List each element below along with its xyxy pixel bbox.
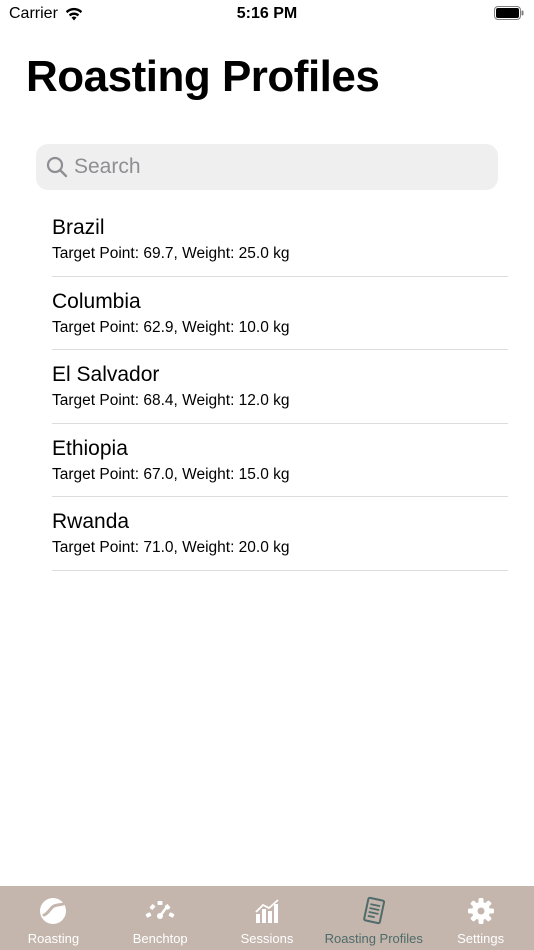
search-input[interactable] [74,144,484,190]
list-item[interactable]: El Salvador Target Point: 68.4, Weight: … [52,350,508,424]
profile-detail: Target Point: 69.7, Weight: 25.0 kg [52,245,290,262]
search-icon [46,156,68,178]
profile-name: Ethiopia [52,436,128,460]
gauge-icon [145,901,175,919]
tab-roasting-profiles[interactable]: Roasting Profiles [320,886,427,950]
profile-list: Brazil Target Point: 69.7, Weight: 25.0 … [52,203,508,571]
profile-detail: Target Point: 62.9, Weight: 10.0 kg [52,318,290,336]
profile-name: Columbia [52,289,141,313]
page-title: Roasting Profiles [26,52,380,101]
profile-detail: Target Point: 71.0, Weight: 20.0 kg [52,539,290,557]
gear-icon [467,898,494,924]
list-item[interactable]: Columbia Target Point: 62.9, Weight: 10.… [52,277,508,351]
tab-label: Settings [457,931,505,946]
tab-label: Sessions [240,931,294,946]
tab-sessions[interactable]: Sessions [214,886,321,950]
tab-benchtop[interactable]: Benchtop [107,886,214,950]
coffee-bean-icon [40,898,67,924]
tab-label: Benchtop [132,931,188,946]
tab-label: Roasting [27,931,80,946]
profile-detail: Target Point: 67.0, Weight: 15.0 kg [52,465,290,483]
list-item[interactable]: Brazil Target Point: 69.7, Weight: 25.0 … [52,203,508,277]
tab-roasting[interactable]: Roasting [0,886,107,950]
tab-settings[interactable]: Settings [427,886,534,950]
document-icon [362,896,385,925]
clock: 5:16 PM [236,5,298,22]
profile-name: Rwanda [52,510,130,534]
status-bar: Carrier 5:16 PM [0,0,534,28]
list-item[interactable]: Ethiopia Target Point: 67.0, Weight: 15.… [52,424,508,498]
tab-bar: Roasting Benchtop Sessions Roasting Prof… [0,886,534,950]
profile-name: El Salvador [52,363,160,387]
screen: Carrier 5:16 PM Roasting Profiles Brazil… [0,0,534,950]
profile-detail: Target Point: 68.4, Weight: 12.0 kg [52,392,290,410]
bar-chart-icon [255,899,279,923]
search-bar[interactable] [36,144,498,190]
battery-icon [494,6,524,20]
profile-name: Brazil [52,216,105,239]
list-item[interactable]: Rwanda Target Point: 71.0, Weight: 20.0 … [52,497,508,571]
tab-label: Roasting Profiles [324,931,423,946]
